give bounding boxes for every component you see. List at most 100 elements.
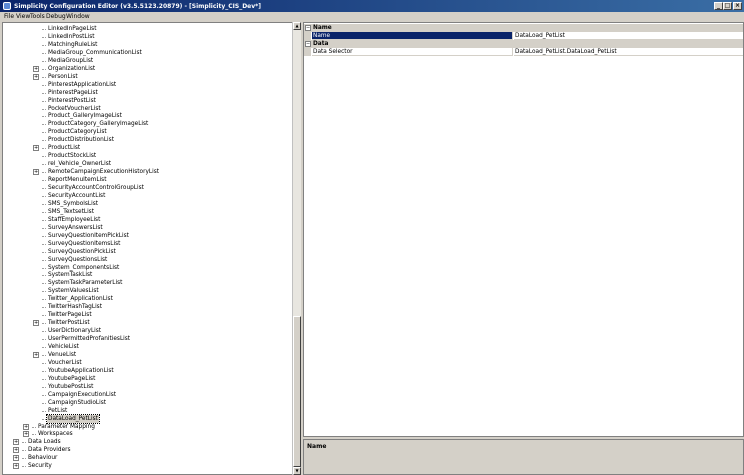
scroll-down-arrow-icon[interactable]: ▼ — [293, 467, 301, 475]
tree-connector — [42, 315, 46, 317]
expand-icon[interactable]: + — [13, 455, 19, 462]
tree-item-label: YoutubeApplicationList — [48, 367, 114, 374]
tree-item-label: ProductStockList — [48, 153, 97, 160]
tree-connector — [42, 203, 46, 205]
scroll-thumb[interactable] — [293, 316, 301, 467]
tree-item-label: LinkedInPageList — [48, 26, 97, 32]
tree-item-label: PinterestPageList — [48, 89, 98, 96]
expand-icon[interactable]: + — [13, 463, 19, 470]
expand-icon[interactable]: + — [33, 320, 39, 327]
menu-tools[interactable]: Tools — [30, 13, 45, 20]
tree-item-label: ProductCategory_GalleryImageList — [48, 121, 149, 128]
tree-connector — [32, 426, 36, 428]
tree-connector — [42, 108, 46, 110]
tree-connector — [42, 84, 46, 86]
tree-item-label: SurveyAnswersList — [48, 224, 103, 231]
tree-item-label: Behaviour — [28, 455, 58, 462]
tree-connector — [32, 434, 36, 436]
tree-vertical-scrollbar[interactable]: ▲ ▼ — [292, 22, 301, 475]
tree-connector — [42, 331, 46, 333]
property-value[interactable]: DataLoad_PetList.DataLoad_PetList — [514, 48, 743, 56]
tree-connector — [42, 299, 46, 301]
expand-icon[interactable]: + — [33, 351, 39, 358]
tree-item-label: Data Providers — [28, 447, 71, 454]
menu-file[interactable]: File — [4, 13, 14, 20]
tree-item-label: YoutubePageList — [48, 375, 96, 382]
category-name: − Name — [304, 24, 743, 32]
tree-connector — [42, 36, 46, 38]
expand-icon[interactable]: + — [13, 439, 19, 446]
tree-item-label: PinterestApplicationList — [48, 81, 117, 88]
expand-icon[interactable]: + — [23, 431, 29, 438]
tree-connector — [42, 60, 46, 62]
tree-connector — [42, 370, 46, 372]
window-title: Simplicity Configuration Editor (v3.5.51… — [14, 3, 262, 10]
tree-connector — [42, 354, 46, 356]
expand-icon[interactable]: + — [33, 145, 39, 152]
expand-icon[interactable]: + — [13, 447, 19, 454]
property-name: Data Selector — [312, 48, 513, 56]
menu-view[interactable]: View — [16, 13, 30, 20]
tree-item-label: TwitterPageList — [48, 312, 92, 319]
tree-item-label: VoucherList — [48, 359, 82, 366]
description-panel: Name — [303, 439, 744, 475]
category-label: Name — [313, 25, 332, 31]
tree-connector — [42, 362, 46, 364]
tree-connector — [42, 418, 46, 420]
tree-connector — [42, 283, 46, 285]
property-row-name[interactable]: Name DataLoad_PetList — [304, 32, 743, 40]
property-value[interactable]: DataLoad_PetList — [514, 32, 743, 40]
tree-item-label: SMS_TextsetList — [48, 208, 94, 215]
tree-connector — [42, 323, 46, 325]
tree-item-label: ProductList — [48, 145, 81, 152]
property-name: Name — [312, 32, 513, 40]
tree-connector — [22, 442, 26, 444]
menu-window[interactable]: Window — [66, 13, 90, 20]
tree-connector — [42, 195, 46, 197]
expand-icon[interactable]: + — [33, 169, 39, 176]
tree-connector — [22, 466, 26, 468]
tree-item-label: Security — [28, 463, 52, 470]
tree-item-label: YoutubePostList — [48, 383, 94, 390]
tree-connector — [42, 394, 46, 396]
tree-connector — [42, 148, 46, 150]
tree-item-label: PinterestPostList — [48, 97, 96, 104]
tree-connector — [42, 76, 46, 78]
expand-icon[interactable]: + — [23, 423, 29, 430]
menu-debug[interactable]: Debug — [46, 13, 66, 20]
tree-item-label: System_ComponentsList — [48, 264, 120, 271]
expand-icon[interactable]: + — [33, 65, 39, 72]
category-label: Data — [313, 41, 329, 47]
tree-connector — [42, 243, 46, 245]
tree-connector — [42, 44, 46, 46]
tree-item-label: UserPermittedProfanitiesList — [48, 336, 131, 343]
tree-connector — [42, 259, 46, 261]
tree-connector — [42, 378, 46, 380]
tree-item-label: Data Loads — [28, 439, 61, 446]
minimize-button[interactable]: _ — [714, 2, 723, 10]
tree-item-label: SurveyQuestionItemPickList — [48, 232, 129, 239]
scroll-up-arrow-icon[interactable]: ▲ — [293, 22, 301, 30]
tree-connector — [42, 116, 46, 118]
tree-connector — [42, 180, 46, 182]
expand-icon[interactable]: + — [33, 73, 39, 80]
collapse-icon[interactable]: − — [305, 25, 311, 31]
tree-item-label: TwitterHashTagList — [48, 304, 102, 311]
title-bar: Simplicity Configuration Editor (v3.5.51… — [0, 0, 744, 12]
tree-item-label: Twitter_ApplicationList — [48, 296, 113, 303]
configuration-tree[interactable]: LinkedInPageList LinkedInPostList Matching… — [2, 22, 301, 475]
tree-connector — [42, 172, 46, 174]
tree-item-label: ProductCategoryList — [48, 129, 107, 136]
maximize-button[interactable]: □ — [723, 2, 732, 10]
tree-item-label: SecurityAccountControlGroupList — [48, 185, 144, 191]
tree-connector — [42, 386, 46, 388]
property-row-data-selector[interactable]: Data Selector DataLoad_PetList.DataLoad_… — [304, 48, 743, 56]
tree-connector — [42, 235, 46, 237]
tree-item-label: MatchingRuleList — [48, 41, 98, 48]
collapse-icon[interactable]: − — [305, 41, 311, 47]
tree-item-label: Product_GalleryImageList — [48, 113, 122, 120]
tree-connector — [42, 68, 46, 70]
tree-connector — [22, 458, 26, 460]
close-button[interactable]: × — [733, 2, 742, 10]
tree-item-label: Workspaces — [38, 431, 73, 438]
